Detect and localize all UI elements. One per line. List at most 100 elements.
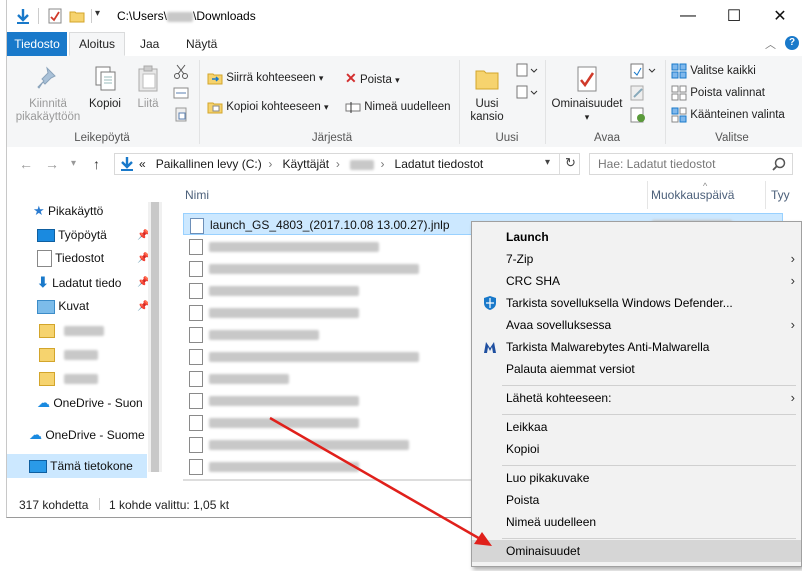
breadcrumb-users[interactable]: Käyttäjät: [282, 157, 329, 171]
qat-customize-icon[interactable]: ▾: [95, 8, 100, 19]
tab-home[interactable]: Aloitus: [69, 32, 126, 56]
easy-access-icon[interactable]: [515, 84, 539, 102]
tab-share[interactable]: Jaa: [131, 32, 168, 56]
copy-path-icon[interactable]: [173, 86, 189, 100]
menu-item-open-with[interactable]: Avaa sovelluksessa ›: [472, 314, 801, 336]
copy-to-label: Kopioi kohteeseen: [226, 101, 321, 113]
pin-quick-access-button[interactable]: Kiinnitä pikakäyttöön: [11, 64, 85, 124]
redacted-file-name: [209, 285, 359, 296]
move-to-button[interactable]: Siirrä kohteeseen ▾: [207, 68, 323, 88]
recent-locations-icon[interactable]: ▾: [71, 158, 76, 169]
redacted-file-name: [209, 373, 289, 384]
nav-scrollbar[interactable]: [148, 202, 162, 472]
new-folder-label: Uusi kansio: [470, 98, 504, 123]
breadcrumb-redacted-user[interactable]: [349, 159, 374, 170]
menu-item-label: Ominaisuudet: [506, 544, 581, 558]
nav-documents-label: Tiedostot: [55, 251, 105, 265]
close-button[interactable]: ✕: [757, 0, 802, 32]
down-arrow-icon[interactable]: [15, 8, 31, 24]
forward-arrow-icon[interactable]: →: [45, 156, 59, 172]
breadcrumb-overflow[interactable]: «: [139, 157, 146, 171]
nav-folder-redacted[interactable]: [39, 343, 99, 365]
redacted-file-name: [209, 439, 409, 450]
menu-item-copy[interactable]: Kopioi: [472, 438, 801, 460]
properties-check-icon[interactable]: [47, 8, 63, 24]
nav-desktop[interactable]: Työpöytä: [37, 224, 107, 246]
nav-documents[interactable]: Tiedostot: [37, 247, 104, 269]
new-folder-button[interactable]: Uusi kansio: [465, 64, 509, 124]
new-item-icon[interactable]: [515, 62, 539, 80]
nav-onedrive-1-label: OneDrive - Suon: [53, 396, 143, 410]
collapse-ribbon-icon[interactable]: ︿: [765, 36, 776, 52]
menu-item-launch[interactable]: Launch: [472, 226, 801, 248]
delete-button[interactable]: ✕ Poista ▾: [345, 68, 400, 88]
open-icon[interactable]: [629, 62, 657, 80]
title-path-prefix: C:\Users\: [117, 9, 168, 23]
properties-button[interactable]: Ominaisuudet ▾: [549, 64, 625, 124]
select-none-button[interactable]: Poista valinnat: [671, 83, 765, 103]
menu-item-delete[interactable]: Poista: [472, 489, 801, 511]
tab-view[interactable]: Näytä: [177, 32, 226, 56]
menu-item-label: CRC SHA: [506, 274, 561, 288]
copy-icon: [95, 66, 116, 91]
menu-item-create-shortcut[interactable]: Luo pikakuvake: [472, 467, 801, 489]
spreadsheet-file-icon: [189, 414, 203, 431]
breadcrumb-local-disk[interactable]: Paikallinen levy (C:): [156, 157, 262, 171]
edit-icon[interactable]: [629, 84, 647, 102]
new-folder-icon[interactable]: [69, 8, 85, 24]
redacted-file-name: [209, 351, 419, 362]
nav-scrollbar-thumb[interactable]: [151, 202, 159, 472]
menu-item-label: Palauta aiemmat versiot: [506, 362, 635, 376]
navigation-pane: ★ Pikakäyttö Työpöytä 📌 Tiedostot 📌 ⬇ La…: [7, 190, 167, 480]
menu-item-rename[interactable]: Nimeä uudelleen: [472, 511, 801, 533]
menu-item-malwarebytes[interactable]: Tarkista Malwarebytes Anti-Malwarella: [472, 336, 801, 358]
cut-icon[interactable]: [173, 64, 189, 80]
minimize-button[interactable]: —: [665, 0, 711, 32]
menu-item-crc-sha[interactable]: CRC SHA ›: [472, 270, 801, 292]
column-modified[interactable]: Muokkauspäivä: [651, 188, 734, 202]
organize-group-label: Järjestä: [311, 132, 353, 144]
folder-icon: [39, 323, 55, 338]
breadcrumb-downloads[interactable]: Ladatut tiedostot: [395, 157, 484, 171]
ribbon: Kiinnitä pikakäyttöön Kopioi Liitä Leike…: [7, 56, 802, 148]
horizontal-scrollbar[interactable]: [183, 479, 483, 481]
menu-item-7zip[interactable]: 7-Zip ›: [472, 248, 801, 270]
address-bar[interactable]: « Paikallinen levy (C:) › Käyttäjät › › …: [114, 153, 580, 175]
sort-chevron-icon: ^: [703, 181, 708, 191]
menu-item-windows-defender[interactable]: Tarkista sovelluksella Windows Defender.…: [472, 292, 801, 314]
menu-item-send-to[interactable]: Lähetä kohteeseen: ›: [472, 387, 801, 409]
invert-selection-button[interactable]: Käänteinen valinta: [671, 105, 785, 125]
menu-item-cut[interactable]: Leikkaa: [472, 416, 801, 438]
copy-button[interactable]: Kopioi: [85, 64, 125, 111]
tab-file[interactable]: Tiedosto: [7, 32, 67, 56]
up-arrow-icon[interactable]: ↑: [93, 156, 100, 172]
select-all-label: Valitse kaikki: [690, 65, 756, 77]
nav-onedrive-2[interactable]: ☁ OneDrive - Suome: [29, 424, 145, 446]
maximize-button[interactable]: ☐: [711, 0, 757, 32]
spreadsheet-file-icon: [189, 392, 203, 409]
history-icon[interactable]: [629, 106, 647, 124]
nav-this-pc[interactable]: Tämä tietokone: [29, 455, 133, 477]
search-input[interactable]: Hae: Ladatut tiedostot: [589, 153, 793, 175]
column-type[interactable]: Tyy: [771, 188, 790, 202]
nav-folder-redacted[interactable]: [39, 367, 99, 389]
refresh-icon[interactable]: ↻: [565, 155, 576, 171]
select-all-button[interactable]: Valitse kaikki: [671, 61, 756, 81]
status-selection: 1 kohde valittu: 1,05 kt: [109, 498, 230, 512]
nav-pictures[interactable]: Kuvat: [37, 295, 89, 317]
column-name[interactable]: Nimi: [185, 188, 209, 202]
copy-to-button[interactable]: Kopioi kohteeseen ▾: [207, 97, 329, 117]
menu-item-restore-versions[interactable]: Palauta aiemmat versiot: [472, 358, 801, 380]
rename-button[interactable]: Nimeä uudelleen: [345, 97, 451, 117]
paste-button[interactable]: Liitä: [129, 64, 167, 111]
nav-folder-redacted[interactable]: [39, 319, 105, 341]
nav-onedrive-1[interactable]: ☁ OneDrive - Suon: [37, 392, 143, 414]
menu-item-properties[interactable]: Ominaisuudet: [472, 540, 801, 562]
nav-downloads[interactable]: ⬇ Ladatut tiedo: [37, 271, 121, 293]
help-icon[interactable]: ?: [785, 36, 799, 50]
address-dropdown-icon[interactable]: ▾: [545, 157, 550, 168]
select-all-icon: [671, 63, 687, 79]
paste-shortcut-icon[interactable]: [173, 106, 189, 122]
nav-quick-access[interactable]: ★ Pikakäyttö: [33, 200, 103, 222]
back-arrow-icon[interactable]: ←: [19, 156, 33, 172]
